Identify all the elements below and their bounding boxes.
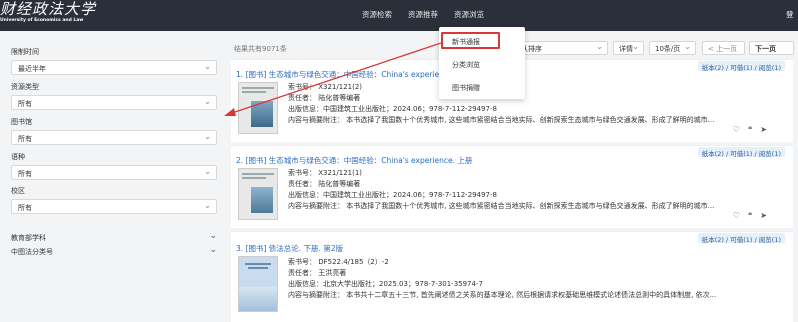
annotation-arrow bbox=[224, 42, 442, 116]
